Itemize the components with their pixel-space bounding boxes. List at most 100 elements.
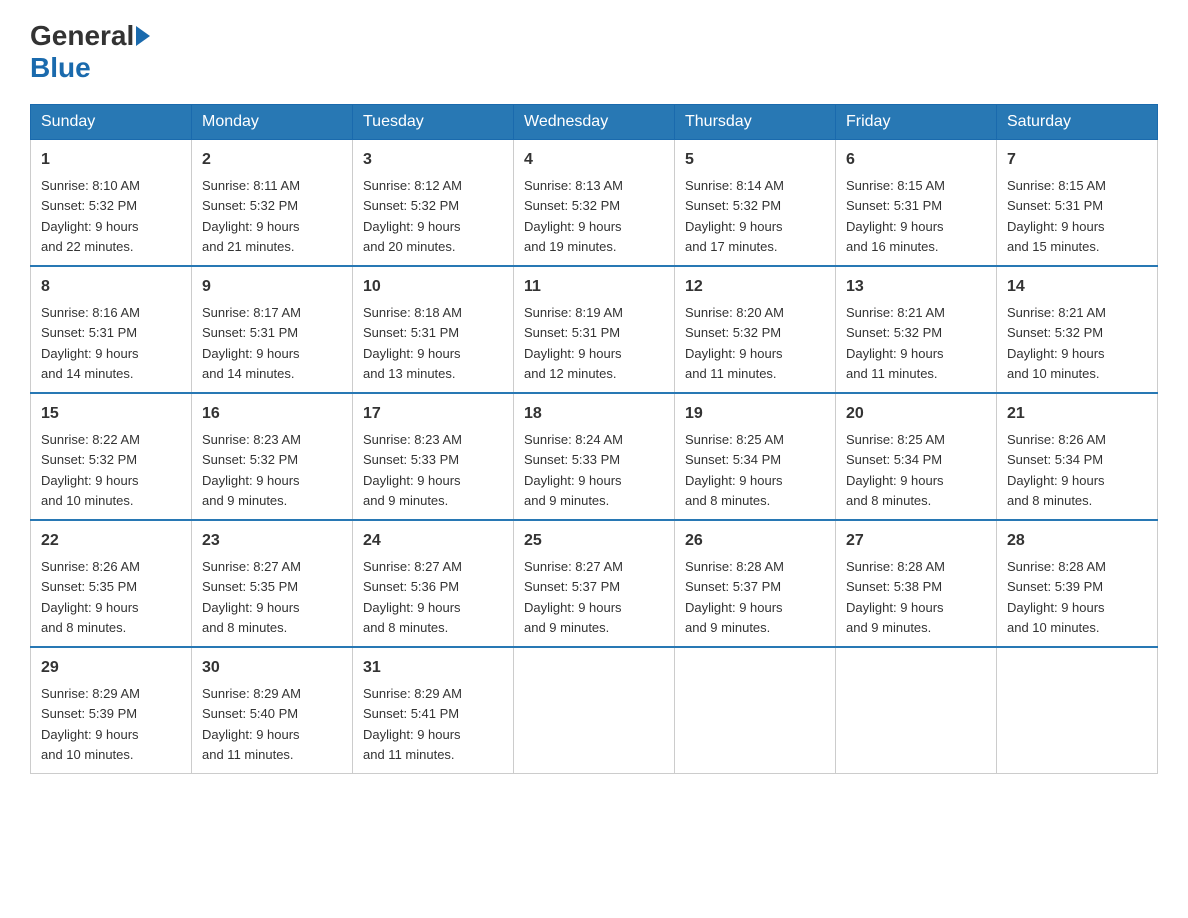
day-number: 1 [41, 148, 181, 172]
day-number: 19 [685, 402, 825, 426]
calendar-day-cell: 26 Sunrise: 8:28 AMSunset: 5:37 PMDaylig… [675, 520, 836, 647]
calendar-day-cell: 25 Sunrise: 8:27 AMSunset: 5:37 PMDaylig… [514, 520, 675, 647]
day-number: 26 [685, 529, 825, 553]
day-number: 2 [202, 148, 342, 172]
day-number: 6 [846, 148, 986, 172]
calendar-week-row: 8 Sunrise: 8:16 AMSunset: 5:31 PMDayligh… [31, 266, 1158, 393]
day-number: 13 [846, 275, 986, 299]
day-number: 11 [524, 275, 664, 299]
day-info: Sunrise: 8:28 AMSunset: 5:37 PMDaylight:… [685, 559, 784, 635]
day-number: 15 [41, 402, 181, 426]
calendar-day-cell: 11 Sunrise: 8:19 AMSunset: 5:31 PMDaylig… [514, 266, 675, 393]
logo-blue-text: Blue [30, 52, 91, 84]
calendar-day-cell: 12 Sunrise: 8:20 AMSunset: 5:32 PMDaylig… [675, 266, 836, 393]
calendar-day-cell: 20 Sunrise: 8:25 AMSunset: 5:34 PMDaylig… [836, 393, 997, 520]
calendar-day-cell: 15 Sunrise: 8:22 AMSunset: 5:32 PMDaylig… [31, 393, 192, 520]
calendar-day-cell: 18 Sunrise: 8:24 AMSunset: 5:33 PMDaylig… [514, 393, 675, 520]
day-of-week-header: Sunday [31, 105, 192, 140]
day-info: Sunrise: 8:10 AMSunset: 5:32 PMDaylight:… [41, 178, 140, 254]
day-info: Sunrise: 8:23 AMSunset: 5:32 PMDaylight:… [202, 432, 301, 508]
calendar-day-cell: 1 Sunrise: 8:10 AMSunset: 5:32 PMDayligh… [31, 140, 192, 267]
day-number: 23 [202, 529, 342, 553]
day-info: Sunrise: 8:12 AMSunset: 5:32 PMDaylight:… [363, 178, 462, 254]
day-info: Sunrise: 8:20 AMSunset: 5:32 PMDaylight:… [685, 305, 784, 381]
day-number: 31 [363, 656, 503, 680]
calendar-day-cell: 28 Sunrise: 8:28 AMSunset: 5:39 PMDaylig… [997, 520, 1158, 647]
calendar-day-cell: 14 Sunrise: 8:21 AMSunset: 5:32 PMDaylig… [997, 266, 1158, 393]
day-info: Sunrise: 8:26 AMSunset: 5:35 PMDaylight:… [41, 559, 140, 635]
day-number: 17 [363, 402, 503, 426]
day-number: 10 [363, 275, 503, 299]
calendar-day-cell: 30 Sunrise: 8:29 AMSunset: 5:40 PMDaylig… [192, 647, 353, 774]
day-number: 8 [41, 275, 181, 299]
day-info: Sunrise: 8:21 AMSunset: 5:32 PMDaylight:… [1007, 305, 1106, 381]
day-number: 4 [524, 148, 664, 172]
day-number: 21 [1007, 402, 1147, 426]
day-number: 12 [685, 275, 825, 299]
day-info: Sunrise: 8:29 AMSunset: 5:41 PMDaylight:… [363, 686, 462, 762]
calendar-day-cell: 3 Sunrise: 8:12 AMSunset: 5:32 PMDayligh… [353, 140, 514, 267]
day-info: Sunrise: 8:27 AMSunset: 5:37 PMDaylight:… [524, 559, 623, 635]
calendar-day-cell [836, 647, 997, 774]
day-info: Sunrise: 8:25 AMSunset: 5:34 PMDaylight:… [846, 432, 945, 508]
day-info: Sunrise: 8:15 AMSunset: 5:31 PMDaylight:… [1007, 178, 1106, 254]
day-info: Sunrise: 8:28 AMSunset: 5:39 PMDaylight:… [1007, 559, 1106, 635]
day-number: 27 [846, 529, 986, 553]
day-of-week-header: Wednesday [514, 105, 675, 140]
day-number: 20 [846, 402, 986, 426]
day-info: Sunrise: 8:19 AMSunset: 5:31 PMDaylight:… [524, 305, 623, 381]
day-of-week-header: Saturday [997, 105, 1158, 140]
calendar-table: SundayMondayTuesdayWednesdayThursdayFrid… [30, 104, 1158, 774]
calendar-day-cell: 6 Sunrise: 8:15 AMSunset: 5:31 PMDayligh… [836, 140, 997, 267]
calendar-day-cell: 5 Sunrise: 8:14 AMSunset: 5:32 PMDayligh… [675, 140, 836, 267]
day-info: Sunrise: 8:21 AMSunset: 5:32 PMDaylight:… [846, 305, 945, 381]
day-info: Sunrise: 8:27 AMSunset: 5:35 PMDaylight:… [202, 559, 301, 635]
day-of-week-header: Monday [192, 105, 353, 140]
day-info: Sunrise: 8:29 AMSunset: 5:39 PMDaylight:… [41, 686, 140, 762]
calendar-day-cell: 23 Sunrise: 8:27 AMSunset: 5:35 PMDaylig… [192, 520, 353, 647]
day-info: Sunrise: 8:25 AMSunset: 5:34 PMDaylight:… [685, 432, 784, 508]
calendar-day-cell: 29 Sunrise: 8:29 AMSunset: 5:39 PMDaylig… [31, 647, 192, 774]
day-number: 25 [524, 529, 664, 553]
calendar-day-cell [675, 647, 836, 774]
day-number: 24 [363, 529, 503, 553]
calendar-day-cell: 24 Sunrise: 8:27 AMSunset: 5:36 PMDaylig… [353, 520, 514, 647]
day-number: 30 [202, 656, 342, 680]
logo-general-text: General [30, 20, 134, 52]
day-number: 18 [524, 402, 664, 426]
day-info: Sunrise: 8:18 AMSunset: 5:31 PMDaylight:… [363, 305, 462, 381]
day-number: 28 [1007, 529, 1147, 553]
day-number: 3 [363, 148, 503, 172]
day-info: Sunrise: 8:28 AMSunset: 5:38 PMDaylight:… [846, 559, 945, 635]
calendar-week-row: 15 Sunrise: 8:22 AMSunset: 5:32 PMDaylig… [31, 393, 1158, 520]
calendar-day-cell: 13 Sunrise: 8:21 AMSunset: 5:32 PMDaylig… [836, 266, 997, 393]
day-info: Sunrise: 8:27 AMSunset: 5:36 PMDaylight:… [363, 559, 462, 635]
calendar-day-cell: 27 Sunrise: 8:28 AMSunset: 5:38 PMDaylig… [836, 520, 997, 647]
day-info: Sunrise: 8:26 AMSunset: 5:34 PMDaylight:… [1007, 432, 1106, 508]
calendar-day-cell: 31 Sunrise: 8:29 AMSunset: 5:41 PMDaylig… [353, 647, 514, 774]
logo-arrow-icon [136, 26, 150, 46]
calendar-day-cell: 9 Sunrise: 8:17 AMSunset: 5:31 PMDayligh… [192, 266, 353, 393]
day-number: 9 [202, 275, 342, 299]
calendar-day-cell: 21 Sunrise: 8:26 AMSunset: 5:34 PMDaylig… [997, 393, 1158, 520]
day-number: 14 [1007, 275, 1147, 299]
calendar-day-cell: 2 Sunrise: 8:11 AMSunset: 5:32 PMDayligh… [192, 140, 353, 267]
day-of-week-header: Tuesday [353, 105, 514, 140]
calendar-day-cell: 17 Sunrise: 8:23 AMSunset: 5:33 PMDaylig… [353, 393, 514, 520]
day-of-week-header: Friday [836, 105, 997, 140]
day-info: Sunrise: 8:15 AMSunset: 5:31 PMDaylight:… [846, 178, 945, 254]
calendar-day-cell: 16 Sunrise: 8:23 AMSunset: 5:32 PMDaylig… [192, 393, 353, 520]
calendar-week-row: 29 Sunrise: 8:29 AMSunset: 5:39 PMDaylig… [31, 647, 1158, 774]
calendar-week-row: 22 Sunrise: 8:26 AMSunset: 5:35 PMDaylig… [31, 520, 1158, 647]
calendar-week-row: 1 Sunrise: 8:10 AMSunset: 5:32 PMDayligh… [31, 140, 1158, 267]
calendar-day-cell: 4 Sunrise: 8:13 AMSunset: 5:32 PMDayligh… [514, 140, 675, 267]
calendar-day-cell: 19 Sunrise: 8:25 AMSunset: 5:34 PMDaylig… [675, 393, 836, 520]
day-number: 5 [685, 148, 825, 172]
calendar-day-cell [997, 647, 1158, 774]
calendar-header-row: SundayMondayTuesdayWednesdayThursdayFrid… [31, 105, 1158, 140]
day-of-week-header: Thursday [675, 105, 836, 140]
day-number: 7 [1007, 148, 1147, 172]
day-info: Sunrise: 8:11 AMSunset: 5:32 PMDaylight:… [202, 178, 300, 254]
calendar-day-cell: 7 Sunrise: 8:15 AMSunset: 5:31 PMDayligh… [997, 140, 1158, 267]
day-info: Sunrise: 8:16 AMSunset: 5:31 PMDaylight:… [41, 305, 140, 381]
